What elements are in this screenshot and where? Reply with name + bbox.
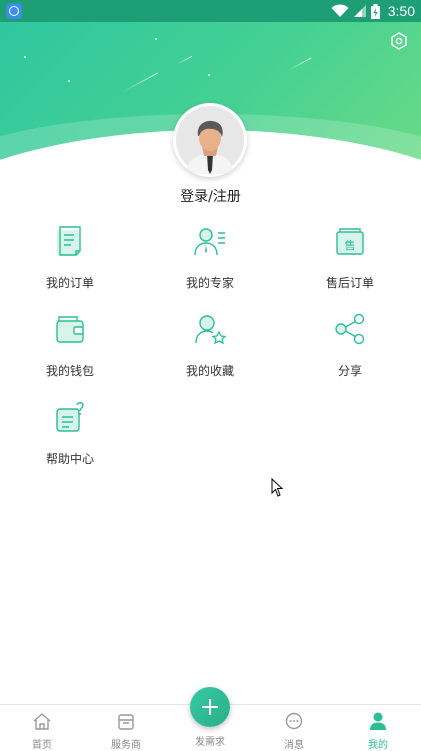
- menu-item-help[interactable]: 帮助中心: [0, 400, 140, 467]
- decor-star: [68, 80, 70, 82]
- status-time: 3:50: [387, 3, 415, 19]
- mouse-cursor-icon: [271, 478, 284, 497]
- menu-item-label: 售后订单: [325, 276, 374, 290]
- tab-label: 消息: [284, 740, 304, 751]
- menu-item-share[interactable]: 分享: [280, 312, 420, 379]
- status-bar: 3:50: [0, 0, 421, 22]
- tab-label: 服务商: [111, 740, 141, 751]
- tab-label: 发需求: [195, 737, 225, 748]
- avatar[interactable]: [173, 103, 247, 177]
- expert-icon: [194, 228, 225, 256]
- user-icon: [370, 712, 386, 730]
- signal-icon: [353, 5, 366, 17]
- app-notification-icon: [6, 3, 22, 19]
- post-request-button[interactable]: [190, 687, 230, 727]
- menu-item-orders[interactable]: 我的订单: [0, 224, 140, 291]
- decor-star: [24, 56, 26, 58]
- decor-streak: [286, 57, 312, 72]
- after-sales-icon: 售: [336, 228, 364, 255]
- menu-item-wallet[interactable]: 我的钱包: [0, 312, 140, 379]
- decor-streak: [175, 55, 193, 66]
- tab-label: 首页: [32, 740, 52, 751]
- menu-item-label: 我的钱包: [45, 364, 94, 378]
- favorite-icon: [195, 315, 227, 345]
- share-icon: [335, 313, 365, 345]
- tab-providers[interactable]: 服务商: [84, 705, 168, 751]
- settings-gear-icon[interactable]: [390, 32, 408, 50]
- order-list-icon: [57, 226, 81, 256]
- menu-item-after-sales[interactable]: 售 售后订单: [280, 224, 420, 291]
- menu-item-favorites[interactable]: 我的收藏: [140, 312, 280, 379]
- menu-item-experts[interactable]: 我的专家: [140, 224, 280, 291]
- menu-item-label: 我的订单: [45, 276, 94, 290]
- message-icon: [285, 712, 303, 730]
- tab-label: 我的: [368, 740, 388, 751]
- menu-item-label: 我的收藏: [185, 364, 234, 378]
- tab-home[interactable]: 首页: [0, 705, 84, 751]
- home-icon: [33, 713, 51, 730]
- login-register-link[interactable]: 登录/注册: [0, 186, 421, 206]
- decor-star: [155, 38, 157, 40]
- decor-star: [208, 74, 210, 76]
- wallet-icon: [56, 316, 84, 343]
- menu-item-label: 我的专家: [185, 276, 234, 290]
- menu-item-label: 帮助中心: [45, 452, 94, 466]
- svg-text:售: 售: [345, 238, 356, 252]
- tab-mine[interactable]: 我的: [336, 705, 420, 751]
- store-icon: [118, 714, 134, 730]
- help-icon: [56, 402, 84, 432]
- tab-messages[interactable]: 消息: [252, 705, 336, 751]
- wifi-icon: [331, 4, 349, 17]
- decor-streak: [122, 72, 158, 93]
- battery-icon: [370, 3, 380, 19]
- menu-item-label: 分享: [337, 364, 362, 378]
